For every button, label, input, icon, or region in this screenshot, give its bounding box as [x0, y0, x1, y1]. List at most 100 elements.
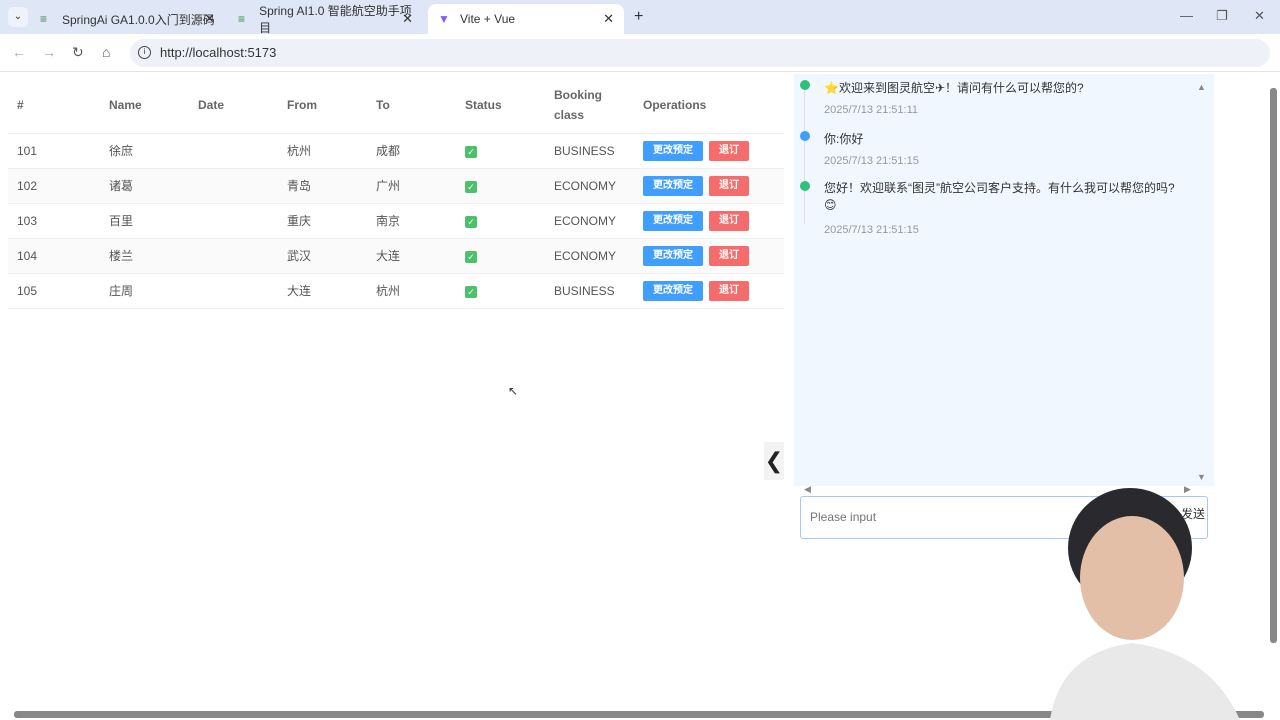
- cell-operations: 更改预定 退订: [634, 203, 784, 239]
- table-row: 105 庄周 大连 杭州 ✓ BUSINESS 更改预定 退订: [8, 273, 784, 309]
- table-row: 104 楼兰 武汉 大连 ✓ ECONOMY 更改预定 退订: [8, 238, 784, 274]
- check-icon: ✓: [465, 285, 477, 298]
- change-booking-button[interactable]: 更改预定: [643, 280, 703, 301]
- minimize-button[interactable]: —: [1180, 8, 1193, 23]
- cell-date: [189, 133, 278, 169]
- col-id: #: [8, 78, 100, 134]
- check-icon: ✓: [465, 215, 477, 228]
- browser-tab-bar: ⌄ ≡ SpringAi GA1.0.0入门到源码 ✕ ≡ Spring AI1.0 …: [0, 0, 1280, 35]
- cell-from: 杭州: [278, 133, 367, 169]
- tab-vite-vue[interactable]: ▼ Vite + Vue ✕: [428, 4, 624, 34]
- bookings-table: # Name Date From To Status Booking class…: [8, 78, 784, 309]
- change-booking-button[interactable]: 更改预定: [643, 245, 703, 266]
- cell-class: ECONOMY: [545, 238, 634, 274]
- col-to: To: [367, 78, 456, 134]
- chat-message: 您好！欢迎联系“图灵”航空公司客户支持。有什么我可以帮您的吗? 😊 2025/7/…: [824, 181, 1175, 236]
- cell-name: 百里: [100, 203, 189, 239]
- cell-class: ECONOMY: [545, 203, 634, 239]
- scroll-up-arrow[interactable]: ▲: [1197, 82, 1206, 92]
- mouse-cursor: ↖: [508, 384, 519, 398]
- tab-spring-ai-project[interactable]: ≡ Spring AI1.0 智能航空助手项目 ✕: [228, 4, 423, 35]
- site-info-icon[interactable]: i: [138, 46, 151, 59]
- cancel-booking-button[interactable]: 退订: [709, 245, 749, 266]
- col-name: Name: [100, 78, 189, 134]
- cell-class: ECONOMY: [545, 168, 634, 204]
- cell-operations: 更改预定 退订: [634, 133, 784, 169]
- cell-class: BUSINESS: [545, 133, 634, 169]
- cell-class: BUSINESS: [545, 273, 634, 309]
- cell-id: 102: [8, 168, 100, 204]
- cell-status: ✓: [456, 203, 545, 239]
- cell-status: ✓: [456, 133, 545, 169]
- table-row: 101 徐庶 杭州 成都 ✓ BUSINESS 更改预定 退订: [8, 133, 784, 169]
- assistant-dot-icon: [800, 80, 810, 90]
- cell-to: 大连: [367, 238, 456, 274]
- cell-operations: 更改预定 退订: [634, 238, 784, 274]
- cell-to: 成都: [367, 133, 456, 169]
- table-header-row: # Name Date From To Status Booking class…: [8, 78, 784, 134]
- cell-date: [189, 273, 278, 309]
- restore-button[interactable]: ❐: [1216, 8, 1228, 24]
- user-dot-icon: [800, 131, 810, 141]
- cell-from: 重庆: [278, 203, 367, 239]
- change-booking-button[interactable]: 更改预定: [643, 140, 703, 161]
- cancel-booking-button[interactable]: 退订: [709, 175, 749, 196]
- reload-icon[interactable]: ↻: [72, 44, 84, 61]
- table-row: 102 诸葛 青岛 广州 ✓ ECONOMY 更改预定 退订: [8, 168, 784, 204]
- tab-springai-ga[interactable]: ≡ SpringAi GA1.0.0入门到源码 ✕: [30, 4, 225, 34]
- vite-icon: ▼: [438, 12, 450, 26]
- cell-from: 大连: [278, 273, 367, 309]
- cell-to: 杭州: [367, 273, 456, 309]
- forward-icon[interactable]: →: [42, 44, 56, 60]
- back-icon[interactable]: ←: [12, 44, 26, 60]
- cancel-booking-button[interactable]: 退订: [709, 280, 749, 301]
- close-tab-icon[interactable]: ✕: [204, 11, 215, 27]
- webcam-overlay: [1050, 488, 1240, 720]
- cell-status: ✓: [456, 168, 545, 204]
- cell-name: 楼兰: [100, 238, 189, 274]
- cell-id: 101: [8, 133, 100, 169]
- cell-name: 诸葛: [100, 168, 189, 204]
- page-icon: ≡: [238, 12, 246, 26]
- close-window-button[interactable]: ✕: [1254, 8, 1265, 24]
- cell-id: 105: [8, 273, 100, 309]
- chat-panel: ⭐欢迎来到图灵航空✈！请问有什么可以帮您的? 2025/7/13 21:51:11…: [794, 74, 1214, 494]
- table-row: 103 百里 重庆 南京 ✓ ECONOMY 更改预定 退订: [8, 203, 784, 239]
- collapse-chat-button[interactable]: ❮: [764, 442, 784, 480]
- cell-date: [189, 168, 278, 204]
- timeline-line: [804, 84, 805, 224]
- tab-list-dropdown[interactable]: ⌄: [8, 7, 28, 27]
- cell-operations: 更改预定 退订: [634, 168, 784, 204]
- check-icon: ✓: [465, 145, 477, 158]
- cancel-booking-button[interactable]: 退订: [709, 210, 749, 231]
- new-tab-button[interactable]: +: [634, 8, 643, 26]
- cell-name: 庄周: [100, 273, 189, 309]
- cell-status: ✓: [456, 273, 545, 309]
- page-icon: ≡: [40, 12, 48, 26]
- cell-status: ✓: [456, 238, 545, 274]
- change-booking-button[interactable]: 更改预定: [643, 210, 703, 231]
- col-date: Date: [189, 78, 278, 134]
- col-booking-class: Booking class: [545, 78, 634, 134]
- check-icon: ✓: [465, 180, 477, 193]
- close-tab-icon[interactable]: ✕: [603, 11, 614, 27]
- cell-date: [189, 238, 278, 274]
- scroll-left-arrow[interactable]: ◀: [804, 484, 811, 495]
- home-icon[interactable]: ⌂: [102, 44, 110, 60]
- col-operations: Operations: [634, 78, 784, 134]
- change-booking-button[interactable]: 更改预定: [643, 175, 703, 196]
- col-from: From: [278, 78, 367, 134]
- cell-to: 广州: [367, 168, 456, 204]
- cell-from: 武汉: [278, 238, 367, 274]
- cancel-booking-button[interactable]: 退订: [709, 140, 749, 161]
- cell-id: 104: [8, 238, 100, 274]
- cell-date: [189, 203, 278, 239]
- assistant-dot-icon: [800, 181, 810, 191]
- close-tab-icon[interactable]: ✕: [402, 11, 413, 27]
- cell-operations: 更改预定 退订: [634, 273, 784, 309]
- cell-to: 南京: [367, 203, 456, 239]
- address-bar-row: ← → ↻ ⌂ i http://localhost:5173: [0, 34, 1280, 72]
- cell-from: 青岛: [278, 168, 367, 204]
- col-status: Status: [456, 78, 545, 134]
- url-input[interactable]: i http://localhost:5173: [130, 39, 1270, 67]
